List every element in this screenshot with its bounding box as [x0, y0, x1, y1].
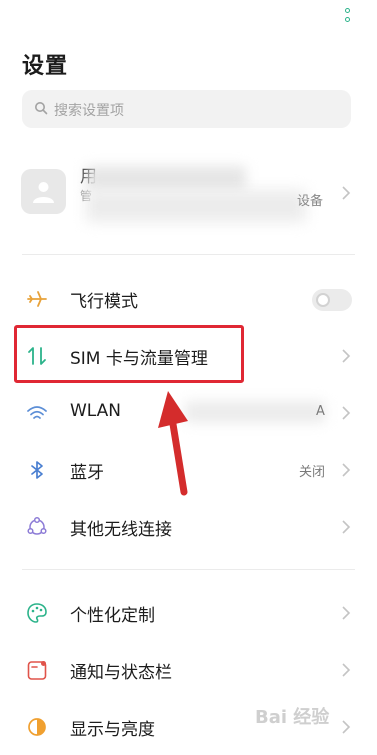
- chevron-right-icon: [342, 463, 351, 477]
- avatar: [21, 169, 66, 214]
- toggle-knob: [316, 293, 330, 307]
- wlan-value-fragment: A: [316, 404, 325, 419]
- airplane-icon: [27, 291, 47, 307]
- more-options-icon[interactable]: [340, 6, 356, 26]
- account-card[interactable]: 用 管 设备: [0, 160, 377, 234]
- settings-item-airplane-mode[interactable]: 飞行模式: [0, 271, 377, 327]
- bluetooth-icon: [31, 461, 43, 479]
- settings-item-label: 通知与状态栏: [70, 663, 172, 683]
- account-devices-label: 设备: [297, 194, 324, 209]
- bluetooth-status: 关闭: [298, 465, 325, 480]
- user-icon: [33, 182, 54, 203]
- chevron-right-icon: [342, 520, 351, 534]
- pointer-arrow: [158, 391, 188, 496]
- chevron-right-icon: [342, 720, 351, 734]
- settings-item-label: 其他无线连接: [70, 520, 172, 540]
- palette-icon: [27, 603, 47, 623]
- settings-item-label: 显示与亮度: [70, 720, 155, 740]
- search-placeholder: 搜索设置项: [54, 103, 124, 119]
- settings-item-other-wireless[interactable]: 其他无线连接: [0, 499, 377, 555]
- highlight-box: [14, 325, 244, 383]
- search-icon: [35, 102, 48, 115]
- connections-icon: [27, 516, 47, 535]
- settings-item-label: 蓝牙: [70, 463, 104, 483]
- divider: [22, 254, 355, 255]
- settings-item-personalization[interactable]: 个性化定制: [0, 585, 377, 641]
- redacted-wlan-name: [185, 401, 325, 423]
- airplane-mode-toggle[interactable]: [312, 289, 352, 311]
- notification-icon: [27, 661, 47, 680]
- wifi-icon: [27, 406, 47, 419]
- redacted-name: [86, 166, 246, 192]
- watermark: Bai 经验: [255, 707, 330, 728]
- chevron-right-icon: [342, 606, 351, 620]
- settings-item-label: WLAN: [70, 401, 122, 421]
- chevron-right-icon: [342, 186, 351, 200]
- divider: [22, 569, 355, 570]
- search-input[interactable]: 搜索设置项: [22, 90, 351, 128]
- redacted-details: [86, 190, 306, 222]
- settings-item-label: 飞行模式: [70, 292, 138, 312]
- brightness-icon: [28, 718, 46, 736]
- settings-item-notifications[interactable]: 通知与状态栏: [0, 642, 377, 698]
- chevron-right-icon: [342, 349, 351, 363]
- page-title: 设置: [22, 54, 69, 79]
- settings-item-label: 个性化定制: [70, 606, 155, 626]
- chevron-right-icon: [342, 663, 351, 677]
- chevron-right-icon: [342, 406, 351, 420]
